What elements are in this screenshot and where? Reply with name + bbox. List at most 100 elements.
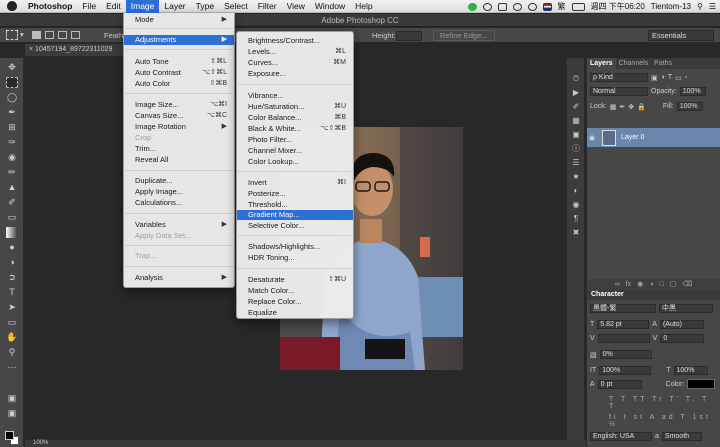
lock-paint-icon[interactable]: ✒ bbox=[619, 103, 625, 111]
pen-tool-icon[interactable]: ➲ bbox=[6, 272, 18, 283]
menu-edit[interactable]: Edit bbox=[101, 0, 126, 13]
new-layer-icon[interactable]: ▢ bbox=[670, 279, 677, 290]
menu-item-canvas-size[interactable]: Canvas Size... ⌥⌘C bbox=[124, 111, 234, 121]
menu-filter[interactable]: Filter bbox=[253, 0, 282, 13]
mask-icon[interactable]: ◉ bbox=[637, 279, 643, 290]
height-field[interactable] bbox=[396, 31, 422, 41]
menu-item-adjustments[interactable]: Adjustments ▶ bbox=[124, 35, 234, 45]
line-icon[interactable] bbox=[467, 2, 477, 11]
filter-type-icon[interactable]: T bbox=[668, 74, 672, 81]
history-brush-tool-icon[interactable]: ✐ bbox=[6, 197, 18, 208]
opacity-field[interactable]: 100% bbox=[679, 87, 706, 96]
menu-item-brightness-contrast[interactable]: Brightness/Contrast... bbox=[237, 36, 353, 46]
tab-channels[interactable]: Channels bbox=[616, 58, 652, 69]
menu-item-replace-color[interactable]: Replace Color... bbox=[237, 297, 353, 307]
refine-edge-button[interactable]: Refine Edge... bbox=[433, 30, 495, 41]
menu-item-apply-image[interactable]: Apply Image... bbox=[124, 187, 234, 197]
font-style-select[interactable]: 中黑 bbox=[659, 304, 713, 313]
lock-move-icon[interactable]: ✥ bbox=[628, 103, 634, 111]
notification-icon[interactable]: ☰ bbox=[709, 2, 716, 11]
menu-item-image-size[interactable]: Image Size... ⌥⌘I bbox=[124, 100, 234, 110]
menu-image[interactable]: Image bbox=[125, 0, 160, 13]
menu-item-threshold[interactable]: Threshold... bbox=[237, 200, 353, 210]
airplay-icon[interactable] bbox=[497, 2, 507, 11]
healing-brush-tool-icon[interactable]: ◉ bbox=[6, 152, 18, 163]
link-layers-icon[interactable]: ∞ bbox=[615, 279, 620, 290]
menu-item-hdr-toning[interactable]: HDR Toning... bbox=[237, 253, 353, 263]
character-panel-title[interactable]: Character bbox=[587, 290, 720, 300]
menu-item-exposure[interactable]: Exposure... bbox=[237, 69, 353, 79]
info-icon[interactable]: ⓘ bbox=[570, 144, 582, 154]
menu-window[interactable]: Window bbox=[310, 0, 350, 13]
menu-item-auto-tone[interactable]: Auto Tone ⇧⌘L bbox=[124, 57, 234, 67]
menu-item-channel-mixer[interactable]: Channel Mixer... bbox=[237, 146, 353, 156]
user-name[interactable]: Tientom-13 bbox=[651, 2, 691, 11]
adjustments-panel-icon[interactable]: ◐ bbox=[570, 186, 582, 196]
baseline-field[interactable]: 0 pt bbox=[597, 379, 642, 389]
layer-row[interactable]: ◉ Layer 0 bbox=[587, 128, 720, 147]
styles-icon[interactable]: ▣ bbox=[570, 130, 582, 140]
zoom-level[interactable]: 100% bbox=[33, 440, 48, 446]
battery-icon[interactable] bbox=[571, 2, 585, 11]
chevron-down-icon[interactable]: ▾ bbox=[20, 30, 24, 39]
menu-item-posterize[interactable]: Posterize... bbox=[237, 189, 353, 199]
menu-item-match-color[interactable]: Match Color... bbox=[237, 286, 353, 296]
screen-mode-icon[interactable]: ▣ bbox=[6, 408, 18, 419]
foreground-color-swatch[interactable] bbox=[5, 431, 14, 440]
visibility-eye-icon[interactable]: ◉ bbox=[587, 134, 597, 142]
input-method[interactable]: 繁 bbox=[558, 1, 566, 12]
lasso-tool-icon[interactable]: ◯ bbox=[6, 92, 18, 103]
kerning-field[interactable] bbox=[597, 334, 650, 343]
clone-source-icon[interactable]: ★ bbox=[570, 172, 582, 182]
spotlight-icon[interactable]: ⚲ bbox=[697, 2, 703, 11]
filter-smart-icon[interactable]: ▫ bbox=[685, 74, 687, 81]
adjustment-layer-icon[interactable]: ◑ bbox=[649, 279, 653, 290]
menu-item-invert[interactable]: Invert ⌘I bbox=[237, 178, 353, 188]
filter-shape-icon[interactable]: ▭ bbox=[675, 74, 682, 82]
tab-layers[interactable]: Layers bbox=[587, 58, 616, 69]
apple-icon[interactable] bbox=[7, 1, 17, 11]
text-color-swatch[interactable] bbox=[687, 379, 716, 389]
workspace-select[interactable]: Essentials bbox=[648, 30, 714, 41]
eraser-tool-icon[interactable]: ▭ bbox=[6, 212, 18, 223]
add-selection-icon[interactable] bbox=[45, 31, 54, 39]
type-tool-icon[interactable]: T bbox=[6, 287, 18, 298]
brush-tool-icon[interactable]: ✏ bbox=[6, 167, 18, 178]
leading-field[interactable]: (Auto) bbox=[659, 320, 704, 329]
sync-icon[interactable] bbox=[482, 2, 492, 11]
horizontal-scale-field[interactable]: 100% bbox=[673, 366, 708, 375]
tsume-field[interactable]: 0% bbox=[599, 350, 652, 359]
fx-icon[interactable]: fx bbox=[626, 279, 631, 290]
type-style-buttons[interactable]: T T TT Tr T' T, T T bbox=[609, 396, 720, 410]
rect-marquee-tool-icon[interactable] bbox=[6, 77, 18, 88]
menu-item-gradient-map[interactable]: Gradient Map... bbox=[237, 210, 353, 220]
tool-presets-icon[interactable]: ✖ bbox=[570, 228, 582, 238]
subtract-selection-icon[interactable] bbox=[58, 31, 67, 39]
font-size-field[interactable]: 5.82 pt bbox=[597, 320, 650, 329]
tracking-field[interactable]: 0 bbox=[660, 334, 705, 343]
path-select-tool-icon[interactable]: ➤ bbox=[6, 302, 18, 313]
menu-item-desaturate[interactable]: Desaturate ⇧⌘U bbox=[237, 275, 353, 285]
layer-name[interactable]: Layer 0 bbox=[621, 134, 644, 141]
filter-pixel-icon[interactable]: ▣ bbox=[651, 74, 658, 82]
menu-item-auto-color[interactable]: Auto Color ⇧⌘B bbox=[124, 79, 234, 89]
font-family-select[interactable]: 黑體-繁 bbox=[590, 304, 656, 313]
menu-item-shadows-highlights[interactable]: Shadows/Highlights... bbox=[237, 242, 353, 252]
swatches-icon[interactable]: ▦ bbox=[570, 116, 582, 126]
dodge-tool-icon[interactable]: ◑ bbox=[6, 257, 18, 268]
move-tool-icon[interactable]: ✥ bbox=[6, 62, 18, 73]
brush-presets-icon[interactable]: ✐ bbox=[570, 102, 582, 112]
time-machine-icon[interactable] bbox=[512, 2, 522, 11]
fill-field[interactable]: 100% bbox=[676, 102, 703, 111]
eyedropper-tool-icon[interactable]: ✑ bbox=[6, 137, 18, 148]
menu-file[interactable]: File bbox=[77, 0, 101, 13]
menu-item-trim[interactable]: Trim... bbox=[124, 144, 234, 154]
menu-item-black-white[interactable]: Black & White... ⌥⇧⌘B bbox=[237, 124, 353, 134]
filter-adjust-icon[interactable]: ◑ bbox=[661, 74, 665, 81]
color-icon[interactable]: ◉ bbox=[570, 200, 582, 210]
vertical-scale-field[interactable]: 100% bbox=[599, 366, 652, 375]
menu-type[interactable]: Type bbox=[191, 0, 219, 13]
menu-item-color-lookup[interactable]: Color Lookup... bbox=[237, 157, 353, 167]
quick-select-tool-icon[interactable]: ✒ bbox=[6, 107, 18, 118]
menu-item-analysis[interactable]: Analysis ▶ bbox=[124, 273, 234, 283]
